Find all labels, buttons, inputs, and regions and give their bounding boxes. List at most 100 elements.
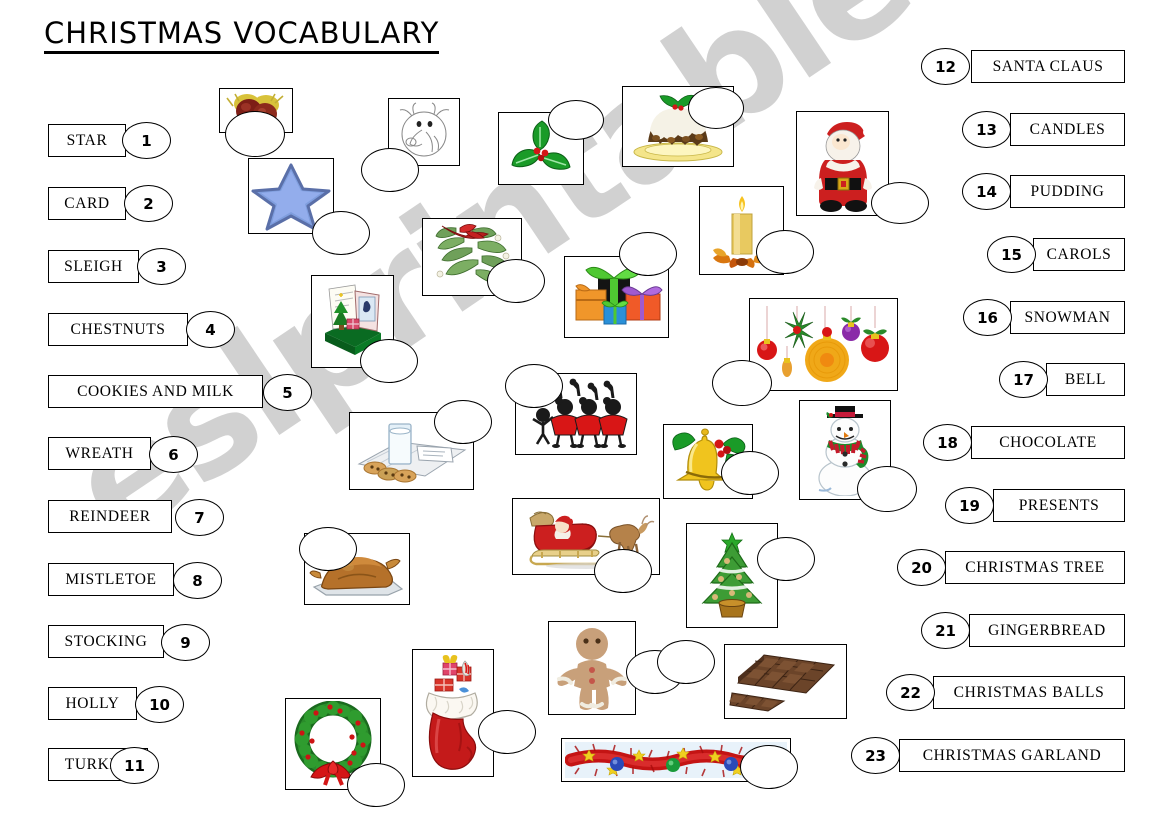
- word-box-presents: PRESENTS: [993, 489, 1125, 522]
- word-box-reindeer: REINDEER: [48, 500, 172, 533]
- word-box-gingerbread: GINGERBREAD: [969, 614, 1125, 647]
- word-label: COOKIES AND MILK: [77, 382, 234, 400]
- page-title: CHRISTMAS VOCABULARY: [44, 16, 440, 54]
- number-ellipse-17[interactable]: 17: [999, 361, 1048, 398]
- word-box-pudding: PUDDING: [1010, 175, 1125, 208]
- number-ellipse-2[interactable]: 2: [124, 185, 173, 222]
- answer-ellipse-santa[interactable]: [871, 182, 929, 224]
- word-label: STOCKING: [64, 632, 148, 650]
- number-ellipse-1[interactable]: 1: [122, 122, 171, 159]
- answer-ellipse-reindeer[interactable]: [361, 148, 419, 192]
- picture-card-gingerbread: [548, 621, 636, 715]
- answer-ellipse-carols[interactable]: [505, 364, 563, 408]
- number-ellipse-12[interactable]: 12: [921, 48, 970, 85]
- answer-ellipse-christmas-tree[interactable]: [757, 537, 815, 581]
- number-ellipse-10[interactable]: 10: [135, 686, 184, 723]
- answer-ellipse-presents[interactable]: [619, 232, 677, 276]
- word-box-bell: BELL: [1046, 363, 1125, 396]
- answer-ellipse-bell[interactable]: [721, 451, 779, 495]
- answer-ellipse-holly[interactable]: [548, 100, 604, 140]
- number-ellipse-11[interactable]: 11: [110, 747, 159, 784]
- word-box-sleigh: SLEIGH: [48, 250, 139, 283]
- answer-ellipse-mistletoe[interactable]: [487, 259, 545, 303]
- answer-ellipse-wreath[interactable]: [347, 763, 405, 807]
- chocolate-bar-icon: [725, 645, 846, 718]
- word-box-carols: CAROLS: [1033, 238, 1125, 271]
- word-box-wreath: WREATH: [48, 437, 151, 470]
- word-label: HOLLY: [65, 694, 120, 712]
- number-ellipse-3[interactable]: 3: [137, 248, 186, 285]
- picture-card-christmas-tree: [686, 523, 778, 628]
- word-label: CHRISTMAS TREE: [965, 558, 1105, 576]
- answer-ellipse-sleigh[interactable]: [594, 549, 652, 593]
- word-box-star: STAR: [48, 124, 126, 157]
- word-label: SANTA CLAUS: [992, 57, 1104, 75]
- number-ellipse-21[interactable]: 21: [921, 612, 970, 649]
- number-ellipse-23[interactable]: 23: [851, 737, 900, 774]
- word-label: CARD: [64, 194, 110, 212]
- number-ellipse-5[interactable]: 5: [263, 374, 312, 411]
- word-box-christmas-tree: CHRISTMAS TREE: [945, 551, 1125, 584]
- christmas-tree-icon: [687, 524, 777, 627]
- word-box-stocking: STOCKING: [48, 625, 164, 658]
- word-label: SNOWMAN: [1024, 308, 1111, 326]
- number-ellipse-15[interactable]: 15: [987, 236, 1036, 273]
- number-ellipse-4[interactable]: 4: [186, 311, 235, 348]
- number-ellipse-22[interactable]: 22: [886, 674, 935, 711]
- number-ellipse-6[interactable]: 6: [149, 436, 198, 473]
- answer-ellipse-stocking[interactable]: [478, 710, 536, 754]
- word-box-cookies-and-milk: COOKIES AND MILK: [48, 375, 263, 408]
- answer-ellipse-star[interactable]: [312, 211, 370, 255]
- worksheet-page: eslprintables.com CHRISTMAS VOCABULARY S…: [0, 0, 1169, 821]
- number-ellipse-9[interactable]: 9: [161, 624, 210, 661]
- word-box-christmas-balls: CHRISTMAS BALLS: [933, 676, 1125, 709]
- word-label: MISTLETOE: [65, 570, 157, 588]
- picture-card-christmas-balls: [749, 298, 898, 391]
- word-box-snowman: SNOWMAN: [1010, 301, 1125, 334]
- word-box-holly: HOLLY: [48, 687, 137, 720]
- word-label: GINGERBREAD: [988, 621, 1106, 639]
- word-label: WREATH: [65, 444, 134, 462]
- answer-ellipse-cookies-milk[interactable]: [434, 400, 492, 444]
- answer-ellipse-turkey[interactable]: [299, 527, 357, 571]
- word-label: CAROLS: [1046, 245, 1112, 263]
- number-ellipse-19[interactable]: 19: [945, 487, 994, 524]
- christmas-balls-icon: [750, 299, 897, 390]
- picture-card-chocolate: [724, 644, 847, 719]
- word-box-chocolate: CHOCOLATE: [971, 426, 1125, 459]
- word-box-mistletoe: MISTLETOE: [48, 563, 174, 596]
- word-label: REINDEER: [69, 507, 151, 525]
- word-box-card: CARD: [48, 187, 126, 220]
- number-ellipse-14[interactable]: 14: [962, 173, 1011, 210]
- number-ellipse-16[interactable]: 16: [963, 299, 1012, 336]
- word-label: BELL: [1064, 370, 1107, 388]
- word-label: PUDDING: [1030, 182, 1105, 200]
- stocking-icon: [413, 650, 493, 776]
- number-ellipse-13[interactable]: 13: [962, 111, 1011, 148]
- word-label: CHRISTMAS GARLAND: [922, 746, 1102, 764]
- number-ellipse-18[interactable]: 18: [923, 424, 972, 461]
- gingerbread-man-icon: [549, 622, 635, 714]
- answer-ellipse-chocolate[interactable]: [657, 640, 715, 684]
- number-ellipse-20[interactable]: 20: [897, 549, 946, 586]
- answer-ellipse-snowman[interactable]: [857, 466, 917, 512]
- number-ellipse-8[interactable]: 8: [173, 562, 222, 599]
- answer-ellipse-pudding[interactable]: [688, 87, 744, 129]
- word-label: CHRISTMAS BALLS: [953, 683, 1105, 701]
- word-label: SLEIGH: [64, 257, 123, 275]
- word-label: PRESENTS: [1018, 496, 1100, 514]
- word-box-santa-claus: SANTA CLAUS: [971, 50, 1125, 83]
- word-label: CHESTNUTS: [70, 320, 166, 338]
- answer-ellipse-chestnuts[interactable]: [225, 111, 285, 157]
- answer-ellipse-candle[interactable]: [756, 230, 814, 274]
- answer-ellipse-christmas-balls[interactable]: [712, 360, 772, 406]
- word-box-christmas-garland: CHRISTMAS GARLAND: [899, 739, 1125, 772]
- word-label: CHOCOLATE: [999, 433, 1097, 451]
- word-label: CANDLES: [1029, 120, 1106, 138]
- word-box-chestnuts: CHESTNUTS: [48, 313, 188, 346]
- answer-ellipse-garland[interactable]: [740, 745, 798, 789]
- word-label: STAR: [66, 131, 108, 149]
- number-ellipse-7[interactable]: 7: [175, 499, 224, 536]
- picture-card-stocking: [412, 649, 494, 777]
- answer-ellipse-card[interactable]: [360, 339, 418, 383]
